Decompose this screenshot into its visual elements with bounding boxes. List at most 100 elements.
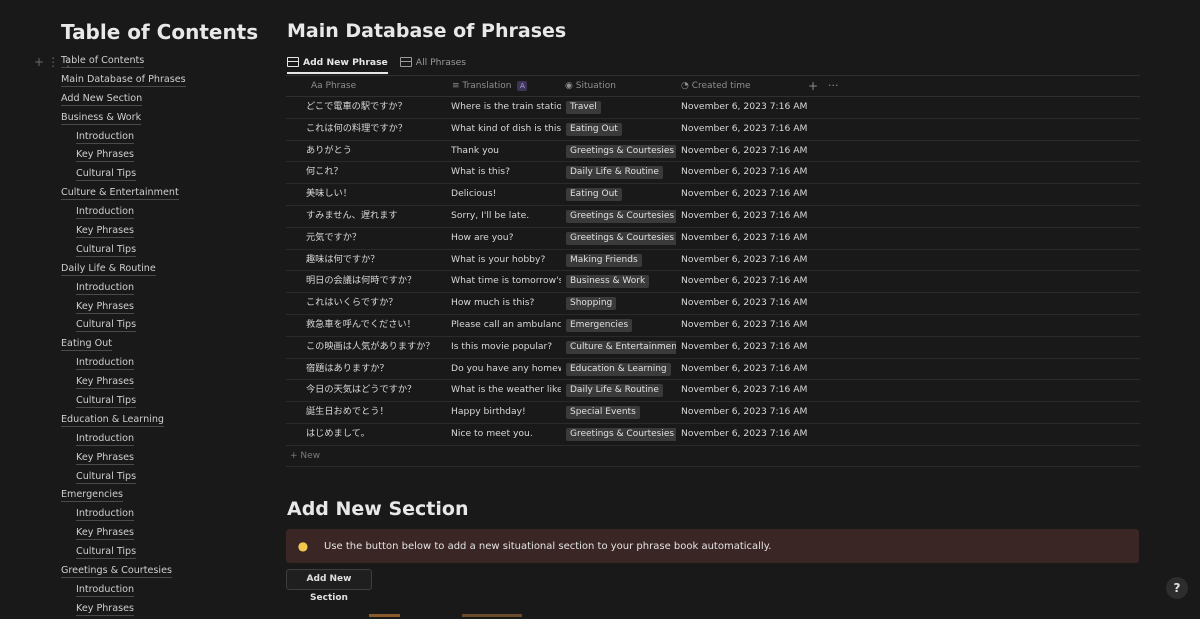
toc-link[interactable]: Cultural Tips — [61, 543, 186, 562]
created-cell[interactable]: November 6, 2023 7:16 AM — [681, 359, 811, 380]
table-row[interactable]: どこで電車の駅ですか？ Where is the train station? Tr… — [286, 97, 1140, 119]
phrase-cell[interactable]: どこで電車の駅ですか？ — [306, 97, 446, 118]
table-row[interactable]: 元気ですか？ How are you? Greetings & Courtesies… — [286, 228, 1140, 250]
toc-link[interactable]: Emergencies — [61, 486, 186, 505]
created-cell[interactable]: November 6, 2023 7:16 AM — [681, 228, 811, 249]
tab-add-new-phrase[interactable]: Add New Phrase — [287, 52, 388, 74]
column-header-situation[interactable]: ◉ Situation — [565, 76, 616, 96]
created-cell[interactable]: November 6, 2023 7:16 AM — [681, 424, 811, 445]
translation-cell[interactable]: Do you have any homework — [451, 359, 561, 380]
situation-cell[interactable]: Greetings & Courtesies — [566, 228, 676, 249]
translation-cell[interactable]: What kind of dish is this? — [451, 119, 561, 140]
column-header-phrase[interactable]: Aa Phrase — [311, 76, 356, 96]
toc-link[interactable]: Introduction — [61, 203, 186, 222]
created-cell[interactable]: November 6, 2023 7:16 AM — [681, 162, 811, 183]
translation-cell[interactable]: Is this movie popular? — [451, 337, 561, 358]
situation-cell[interactable]: Greetings & Courtesies — [566, 424, 676, 445]
situation-cell[interactable]: Greetings & Courtesies — [566, 141, 676, 162]
translation-cell[interactable]: What is your hobby? — [451, 250, 561, 271]
add-column-button[interactable]: + — [808, 76, 818, 96]
situation-cell[interactable]: Travel — [566, 97, 676, 118]
created-cell[interactable]: November 6, 2023 7:16 AM — [681, 184, 811, 205]
toc-link[interactable]: Greetings & Courtesies — [61, 562, 186, 581]
situation-cell[interactable]: Eating Out — [566, 184, 676, 205]
phrase-cell[interactable]: 宿題はありますか？ — [306, 359, 446, 380]
table-row[interactable]: 救急車を呼んでください！ Please call an ambulance! Eme… — [286, 315, 1140, 337]
table-row[interactable]: この映画は人気がありますか？ Is this movie popular? Cult… — [286, 337, 1140, 359]
table-row[interactable]: 何これ？ What is this? Daily Life & Routine Nov… — [286, 162, 1140, 185]
translation-cell[interactable]: How much is this? — [451, 293, 561, 314]
toc-link[interactable]: Cultural Tips — [61, 165, 186, 184]
created-cell[interactable]: November 6, 2023 7:16 AM — [681, 206, 811, 227]
phrase-cell[interactable]: 元気ですか？ — [306, 228, 446, 249]
situation-cell[interactable]: Daily Life & Routine — [566, 162, 676, 183]
created-cell[interactable]: November 6, 2023 7:16 AM — [681, 97, 811, 118]
toc-link[interactable]: Introduction — [61, 354, 186, 373]
created-cell[interactable]: November 6, 2023 7:16 AM — [681, 119, 811, 140]
column-header-created[interactable]: ◔ Created time — [681, 76, 751, 96]
help-button[interactable]: ? — [1166, 577, 1188, 599]
translation-cell[interactable]: Please call an ambulance! — [451, 315, 561, 336]
translation-cell[interactable]: Thank you — [451, 141, 561, 162]
translation-cell[interactable]: Where is the train station? — [451, 97, 561, 118]
translation-cell[interactable]: What time is tomorrow's me — [451, 271, 561, 292]
situation-cell[interactable]: Education & Learning — [566, 359, 676, 380]
toc-link[interactable]: Eating Out — [61, 335, 186, 354]
add-new-section-button[interactable]: Add New Section — [286, 569, 372, 603]
toc-link[interactable]: Daily Life & Routine — [61, 260, 186, 279]
situation-cell[interactable]: Eating Out — [566, 119, 676, 140]
translation-cell[interactable]: Sorry, I'll be late. — [451, 206, 561, 227]
situation-cell[interactable]: Making Friends — [566, 250, 676, 271]
situation-cell[interactable]: Special Events — [566, 402, 676, 423]
translation-cell[interactable]: Happy birthday! — [451, 402, 561, 423]
table-row[interactable]: すみません、遅れます Sorry, I'll be late. Greetings … — [286, 206, 1140, 228]
toc-link[interactable]: Introduction — [61, 279, 186, 298]
toc-link[interactable]: Key Phrases — [61, 222, 186, 241]
more-button[interactable]: ··· — [828, 76, 839, 96]
table-row[interactable]: 明日の会議は何時ですか？What time is tomorrow's me Bu… — [286, 271, 1140, 294]
phrase-cell[interactable]: 明日の会議は何時ですか？ — [306, 271, 446, 292]
translation-cell[interactable]: Delicious! — [451, 184, 561, 205]
table-row[interactable]: はじめまして。 Nice to meet you. Greetings & Cour… — [286, 424, 1140, 446]
toc-link[interactable]: Key Phrases — [61, 524, 186, 543]
table-row[interactable]: 趣味は何ですか？ What is your hobby? Making Friend… — [286, 250, 1140, 272]
phrase-cell[interactable]: 趣味は何ですか？ — [306, 250, 446, 271]
created-cell[interactable]: November 6, 2023 7:16 AM — [681, 337, 811, 358]
toc-link[interactable]: Main Database of Phrases — [61, 71, 186, 90]
translation-cell[interactable]: How are you? — [451, 228, 561, 249]
situation-cell[interactable]: Culture & Entertainment — [566, 337, 676, 358]
translation-cell[interactable]: Nice to meet you. — [451, 424, 561, 445]
table-row[interactable]: 美味しい！ Delicious! Eating Out November 6, 202… — [286, 184, 1140, 206]
table-row[interactable]: 誕生日おめでとう！ Happy birthday! Special Events No… — [286, 402, 1140, 424]
phrase-cell[interactable]: はじめまして。 — [306, 424, 446, 445]
created-cell[interactable]: November 6, 2023 7:16 AM — [681, 271, 811, 292]
toc-link[interactable]: Table of Contents — [61, 52, 186, 71]
situation-cell[interactable]: Greetings & Courtesies — [566, 206, 676, 227]
phrase-cell[interactable]: この映画は人気がありますか？ — [306, 337, 446, 358]
phrase-cell[interactable]: 美味しい！ — [306, 184, 446, 205]
toc-link[interactable]: Education & Learning — [61, 411, 186, 430]
new-row-button[interactable]: + New — [286, 446, 1140, 467]
phrase-cell[interactable]: 今日の天気はどうですか？ — [306, 380, 446, 401]
created-cell[interactable]: November 6, 2023 7:16 AM — [681, 293, 811, 314]
plus-icon[interactable]: + — [34, 55, 47, 69]
tab-all-phrases[interactable]: All Phrases — [399, 52, 466, 72]
toc-link[interactable]: Introduction — [61, 581, 186, 600]
toc-link[interactable]: Key Phrases — [61, 298, 186, 317]
table-row[interactable]: これはいくらですか？ How much is this? Shopping Novem… — [286, 293, 1140, 315]
translation-cell[interactable]: What is the weather like tod — [451, 380, 561, 401]
created-cell[interactable]: November 6, 2023 7:16 AM — [681, 141, 811, 162]
toc-link[interactable]: Cultural Tips — [61, 241, 186, 260]
phrase-cell[interactable]: 誕生日おめでとう！ — [306, 402, 446, 423]
toc-link[interactable]: Business & Work — [61, 109, 186, 128]
table-row[interactable]: ありがとう Thank you Greetings & Courtesies Nove… — [286, 141, 1140, 163]
toc-link[interactable]: Add New Section — [61, 90, 186, 109]
phrase-cell[interactable]: 救急車を呼んでください！ — [306, 315, 446, 336]
toc-link[interactable]: Key Phrases — [61, 373, 186, 392]
toc-link[interactable]: Cultural Tips — [61, 468, 186, 487]
toc-link[interactable]: Introduction — [61, 430, 186, 449]
toc-link[interactable]: Cultural Tips — [61, 316, 186, 335]
created-cell[interactable]: November 6, 2023 7:16 AM — [681, 380, 811, 401]
situation-cell[interactable]: Daily Life & Routine — [566, 380, 676, 401]
toc-link[interactable]: Key Phrases — [61, 146, 186, 165]
